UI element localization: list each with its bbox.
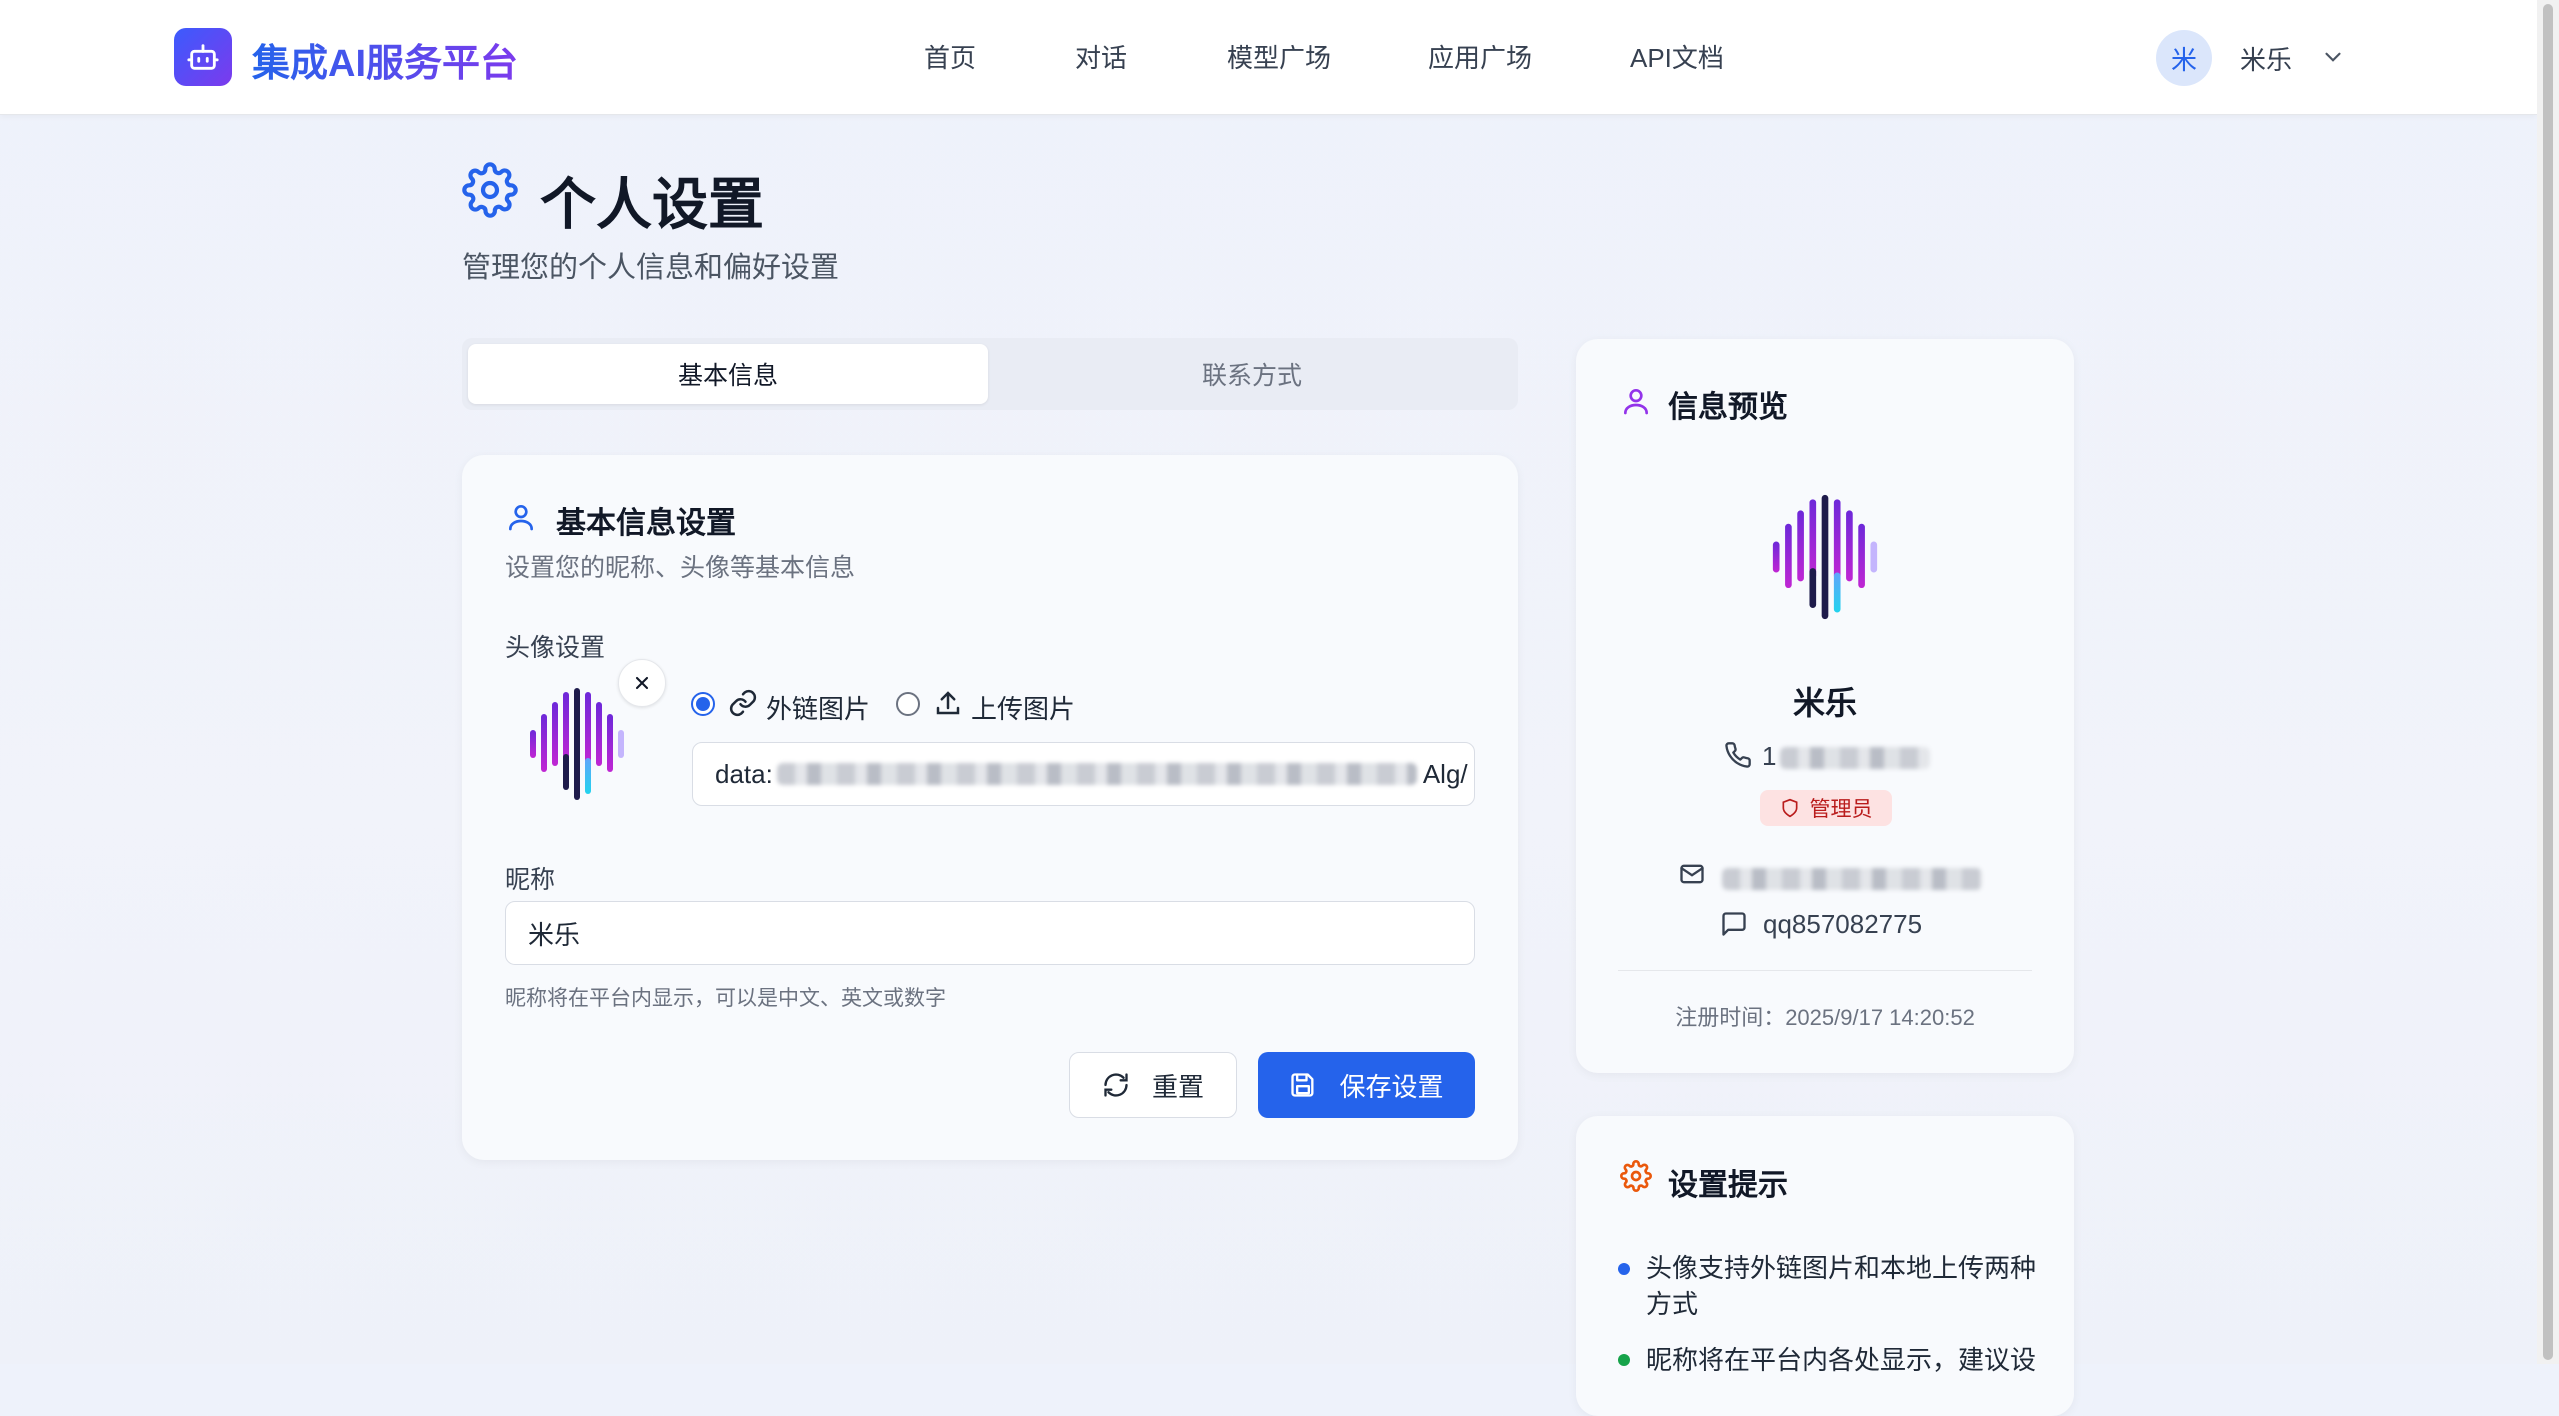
save-button-label: 保存设置 — [1339, 1071, 1444, 1102]
avatar-url-prefix: data: — [715, 758, 773, 789]
redacted-text — [776, 763, 1417, 785]
nickname-input[interactable]: 米乐 — [505, 901, 1475, 965]
robot-logo-icon[interactable] — [174, 28, 232, 86]
preview-avatar-image — [1764, 488, 1886, 626]
tab-contact[interactable]: 联系方式 — [992, 344, 1512, 404]
user-icon — [1620, 384, 1652, 418]
gear-icon — [1620, 1160, 1652, 1192]
page-title: 个人设置 — [540, 173, 764, 236]
basic-section-description: 设置您的昵称、头像等基本信息 — [505, 554, 856, 582]
save-button[interactable]: 保存设置 — [1258, 1052, 1475, 1118]
avatar-url-input[interactable]: data: Alg/ — [692, 742, 1475, 806]
tip-bullet — [1618, 1354, 1630, 1366]
brand-title[interactable]: 集成AI服务平台 — [252, 32, 518, 87]
reset-button[interactable]: 重置 — [1069, 1052, 1237, 1118]
phone-prefix: 1 — [1762, 741, 1777, 771]
radio-external-link[interactable] — [691, 692, 715, 716]
role-badge: 管理员 — [1760, 790, 1892, 826]
preview-email — [1722, 862, 1982, 893]
role-label: 管理员 — [1809, 798, 1873, 821]
preview-title: 信息预览 — [1668, 391, 1788, 424]
page-subtitle: 管理您的个人信息和偏好设置 — [462, 252, 840, 284]
registration-time: 注册时间：2025/9/17 14:20:52 — [1675, 1005, 1975, 1030]
tab-basic-info[interactable]: 基本信息 — [468, 344, 988, 404]
nav-model-square[interactable]: 模型广场 — [1227, 38, 1331, 75]
save-icon — [1289, 1071, 1317, 1099]
avatar-label: 头像设置 — [505, 634, 606, 662]
nav-home[interactable]: 首页 — [924, 38, 976, 75]
basic-section-title: 基本信息设置 — [556, 507, 736, 540]
shield-icon — [1780, 798, 1800, 818]
tips-title: 设置提示 — [1668, 1169, 1788, 1202]
mail-icon — [1678, 860, 1706, 888]
refresh-icon — [1102, 1071, 1130, 1099]
tip-item: 头像支持外链图片和本地上传两种方式 — [1646, 1253, 2037, 1319]
preview-name: 米乐 — [1792, 685, 1857, 721]
settings-tabs: 基本信息 联系方式 — [462, 338, 1518, 410]
remove-avatar-button[interactable] — [618, 659, 666, 707]
radio-upload[interactable] — [896, 692, 920, 716]
user-name[interactable]: 米乐 — [2240, 40, 2292, 77]
avatar-preview-image — [522, 684, 632, 804]
user-avatar[interactable]: 米 — [2156, 30, 2212, 86]
radio-upload-label[interactable]: 上传图片 — [971, 689, 1075, 726]
scrollbar-thumb[interactable] — [2543, 4, 2553, 1360]
phone-icon — [1724, 741, 1752, 769]
user-icon — [505, 500, 537, 534]
nav-chat[interactable]: 对话 — [1075, 38, 1127, 75]
nav-api-docs[interactable]: API文档 — [1630, 38, 1724, 75]
nav-app-square[interactable]: 应用广场 — [1428, 38, 1532, 75]
chevron-down-icon[interactable] — [2320, 44, 2346, 70]
redacted-text — [1722, 868, 1982, 891]
link-icon — [728, 688, 758, 718]
reset-button-label: 重置 — [1151, 1071, 1204, 1102]
nickname-hint: 昵称将在平台内显示，可以是中文、英文或数字 — [505, 987, 946, 1010]
preview-qq: qq857082775 — [1763, 909, 1923, 939]
gear-icon — [462, 162, 518, 218]
radio-external-link-label[interactable]: 外链图片 — [766, 689, 870, 726]
upload-icon — [933, 688, 963, 718]
preview-phone: 1 — [1762, 741, 1931, 772]
message-icon — [1720, 910, 1748, 938]
divider — [1618, 970, 2032, 971]
tip-item: 昵称将在平台内各处显示，建议设 — [1646, 1345, 2037, 1375]
tip-bullet — [1618, 1263, 1630, 1275]
redacted-text — [1780, 747, 1931, 770]
avatar-url-suffix: Alg/ — [1422, 758, 1468, 789]
nickname-label: 昵称 — [505, 866, 556, 894]
